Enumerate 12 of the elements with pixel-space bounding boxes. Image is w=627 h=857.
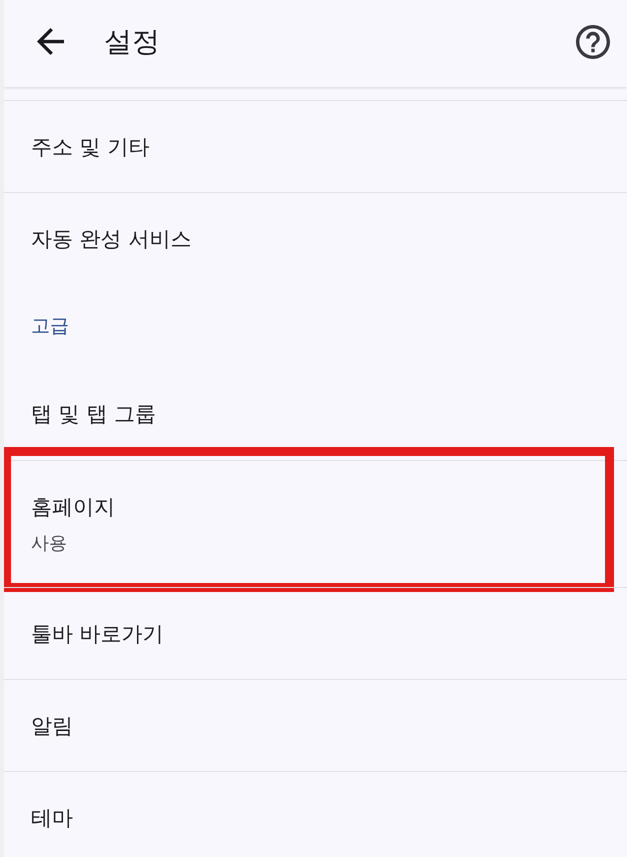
settings-item[interactable]: 알림	[4, 679, 627, 771]
item-summary: 사용	[31, 532, 67, 556]
back-arrow-icon	[36, 28, 64, 55]
settings-item[interactable]: 주소 및 기타	[4, 100, 627, 192]
settings-item[interactable]: 홈페이지 사용	[4, 460, 627, 587]
settings-item[interactable]: 테마	[4, 771, 627, 857]
settings-item[interactable]: 탭 및 탭 그룹	[4, 368, 627, 460]
settings-item[interactable]: 자동 완성 서비스	[4, 192, 627, 284]
section-header: 고급	[30, 314, 70, 339]
page-title: 설정	[104, 24, 160, 60]
settings-item[interactable]: 툴바 바로가기	[4, 587, 627, 679]
help-icon	[576, 24, 610, 58]
